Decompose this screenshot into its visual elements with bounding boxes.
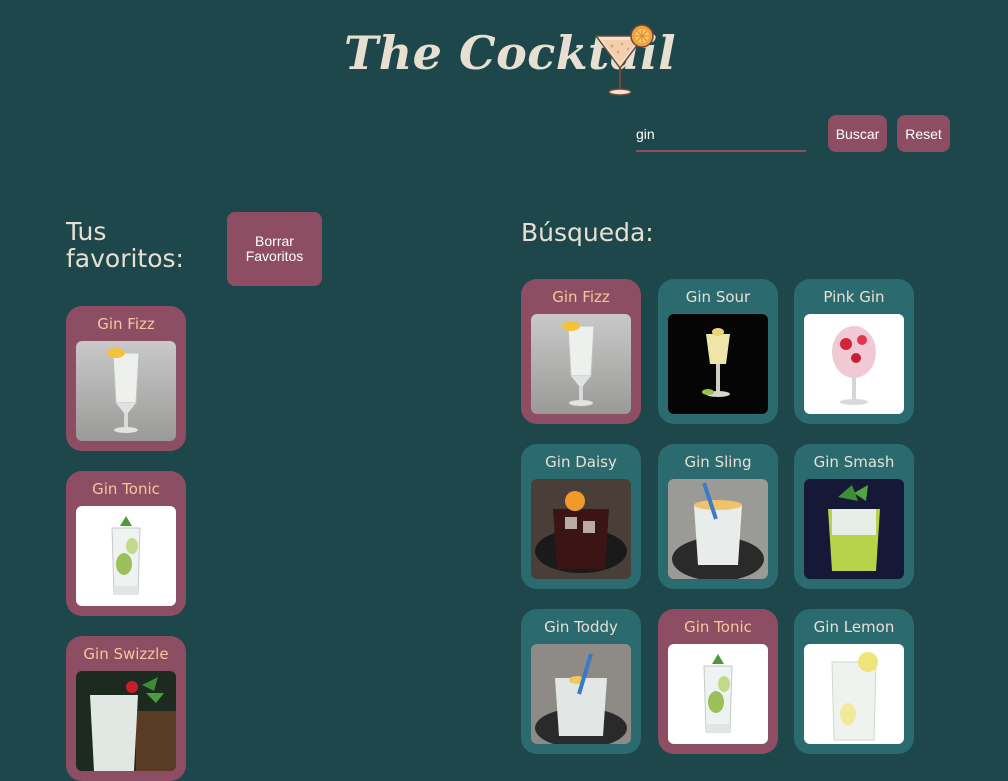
cocktail-photo [531, 314, 631, 414]
result-card-gin-tonic[interactable]: Gin Tonic [658, 609, 778, 754]
cocktail-photo [76, 671, 176, 771]
cocktail-photo [668, 479, 768, 579]
cocktail-photo [804, 644, 904, 744]
result-card-gin-sling[interactable]: Gin Sling [658, 444, 778, 589]
cocktail-photo [804, 479, 904, 579]
card-title: Gin Sling [684, 453, 752, 471]
clear-favorites-button[interactable]: Borrar Favoritos [227, 212, 322, 286]
cocktail-photo [76, 506, 176, 606]
cocktail-photo [668, 644, 768, 744]
cocktail-photo [804, 314, 904, 414]
favorites-heading: Tus favoritos: [66, 217, 184, 273]
cocktail-photo [76, 341, 176, 441]
result-card-gin-fizz[interactable]: Gin Fizz [521, 279, 641, 424]
result-card-gin-lemon[interactable]: Gin Lemon [794, 609, 914, 754]
card-title: Gin Sour [685, 288, 751, 306]
favorite-card-gin-tonic[interactable]: Gin Tonic [66, 471, 186, 616]
card-title: Gin Daisy [545, 453, 617, 471]
cocktail-photo [531, 479, 631, 579]
cocktail-photo [531, 644, 631, 744]
favorite-card-gin-swizzle[interactable]: Gin Swizzle [66, 636, 186, 781]
cocktail-photo [668, 314, 768, 414]
reset-button[interactable]: Reset [897, 115, 950, 152]
result-card-pink-gin[interactable]: Pink Gin [794, 279, 914, 424]
card-title: Gin Smash [813, 453, 895, 471]
search-button[interactable]: Buscar [828, 115, 887, 152]
result-card-gin-toddy[interactable]: Gin Toddy [521, 609, 641, 754]
card-title: Gin Swizzle [83, 645, 169, 663]
card-title: Pink Gin [823, 288, 885, 306]
card-title: Gin Fizz [97, 315, 155, 333]
results-heading: Búsqueda: [521, 218, 654, 247]
card-title: Gin Tonic [92, 480, 160, 498]
result-card-gin-sour[interactable]: Gin Sour [658, 279, 778, 424]
search-input[interactable] [636, 118, 806, 152]
cocktail-glass-icon [594, 24, 654, 96]
card-title: Gin Lemon [813, 618, 895, 636]
card-title: Gin Toddy [544, 618, 618, 636]
result-card-gin-smash[interactable]: Gin Smash [794, 444, 914, 589]
result-card-gin-daisy[interactable]: Gin Daisy [521, 444, 641, 589]
card-title: Gin Fizz [552, 288, 610, 306]
card-title: Gin Tonic [684, 618, 752, 636]
favorite-card-gin-fizz[interactable]: Gin Fizz [66, 306, 186, 451]
